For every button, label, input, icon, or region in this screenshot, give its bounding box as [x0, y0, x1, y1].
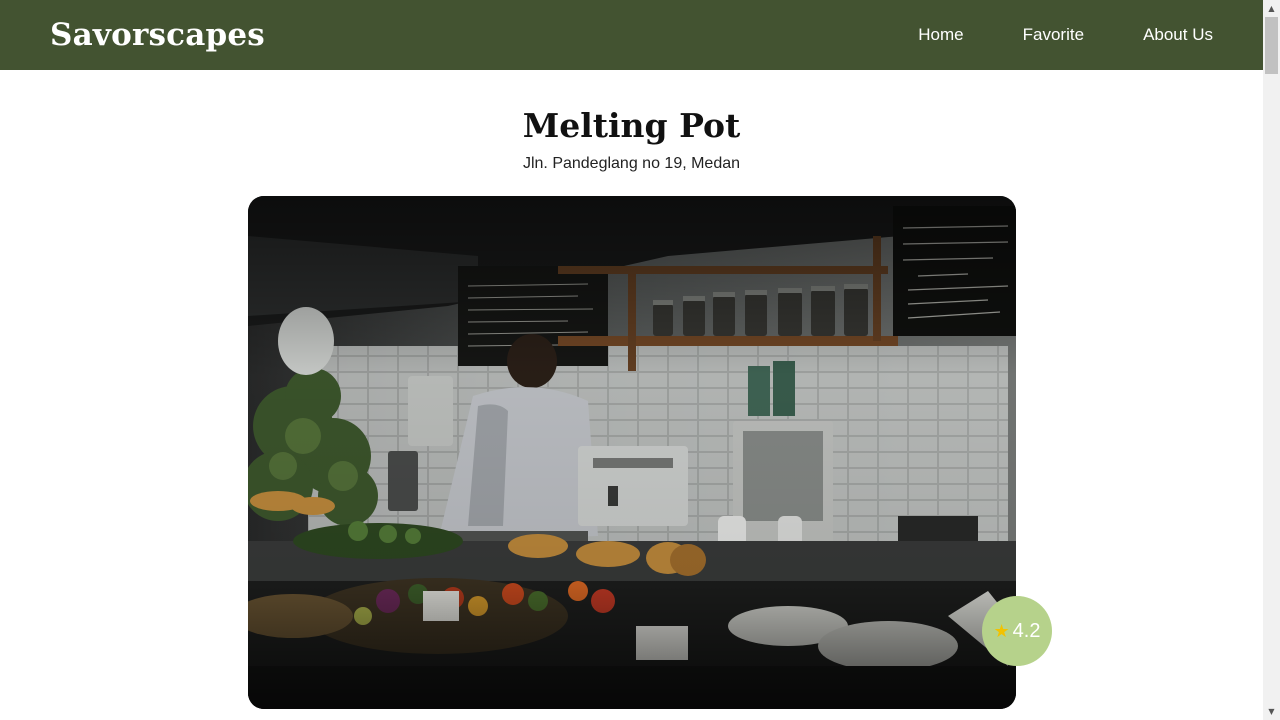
main-nav: Home Favorite About Us [859, 25, 1213, 45]
rating-value: 4.2 [1012, 619, 1041, 642]
brand-logo[interactable]: Savorscapes [50, 17, 265, 53]
star-icon: ★ [993, 620, 1010, 641]
app-header: Savorscapes Home Favorite About Us [0, 0, 1263, 70]
restaurant-name: Melting Pot [522, 106, 741, 145]
scroll-down-icon[interactable]: ▼ [1263, 703, 1280, 720]
page-scrollbar[interactable]: ▲ ▼ [1263, 0, 1280, 720]
restaurant-address: Jln. Pandeglang no 19, Medan [522, 155, 741, 172]
restaurant-detail: Melting Pot Jln. Pandeglang no 19, Medan [0, 70, 1263, 720]
restaurant-image [248, 196, 1016, 709]
rating-badge: ★ 4.2 [982, 596, 1052, 666]
scroll-up-icon[interactable]: ▲ [1263, 0, 1280, 17]
scrollbar-thumb[interactable] [1265, 17, 1278, 74]
nav-favorite-link[interactable]: Favorite [1023, 25, 1084, 45]
nav-home-link[interactable]: Home [918, 25, 963, 45]
nav-about-link[interactable]: About Us [1143, 25, 1213, 45]
